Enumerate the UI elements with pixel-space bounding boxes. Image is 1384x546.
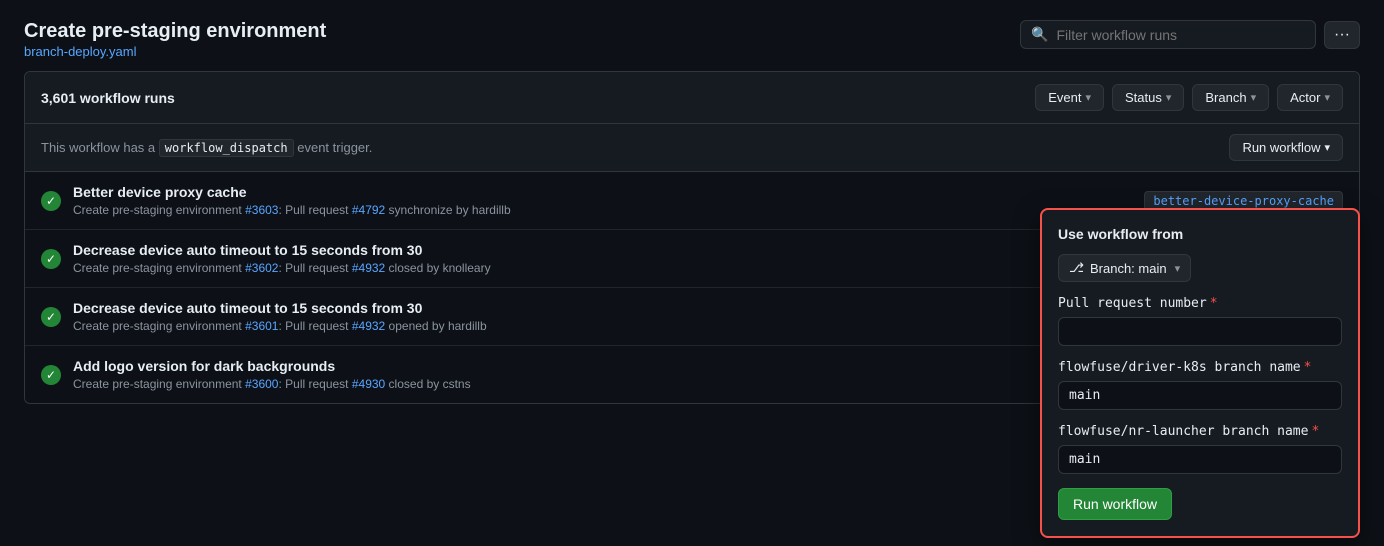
run-title[interactable]: Better device proxy cache bbox=[73, 184, 1132, 200]
run-info: Add logo version for dark backgrounds Cr… bbox=[73, 358, 1140, 391]
branch-filter-button[interactable]: Branch bbox=[1192, 84, 1269, 111]
status-icon-success: ✓ bbox=[41, 365, 61, 385]
status-filter-button[interactable]: Status bbox=[1112, 84, 1184, 111]
run-info: Decrease device auto timeout to 15 secon… bbox=[73, 300, 1132, 333]
run-title[interactable]: Add logo version for dark backgrounds bbox=[73, 358, 1140, 374]
run-number-link[interactable]: #3601 bbox=[245, 319, 278, 333]
branch-select-label: Branch: main bbox=[1090, 261, 1167, 276]
header-actions: 🔍 ··· bbox=[1020, 20, 1360, 49]
branch-select-button[interactable]: ⎇ Branch: main bbox=[1058, 254, 1191, 282]
search-input[interactable] bbox=[1056, 27, 1305, 43]
event-filter-button[interactable]: Event bbox=[1035, 84, 1104, 111]
driver-k8s-input[interactable] bbox=[1058, 381, 1342, 410]
pr-link[interactable]: #4932 bbox=[352, 261, 385, 275]
status-icon-success: ✓ bbox=[41, 191, 61, 211]
dispatch-text: This workflow has a workflow_dispatch ev… bbox=[41, 140, 372, 155]
driver-k8s-label: flowfuse/driver-k8s branch name * bbox=[1058, 360, 1342, 375]
pull-request-input[interactable] bbox=[1058, 317, 1342, 346]
run-meta: Create pre-staging environment #3601: Pu… bbox=[73, 319, 1132, 333]
pr-link[interactable]: #4792 bbox=[352, 203, 385, 217]
required-star-1: * bbox=[1210, 296, 1218, 311]
run-number-link[interactable]: #3603 bbox=[245, 203, 278, 217]
run-info: Better device proxy cache Create pre-sta… bbox=[73, 184, 1132, 217]
run-workflow-dropdown: Use workflow from ⎇ Branch: main Pull re… bbox=[1040, 208, 1360, 538]
run-count: 3,601 workflow runs bbox=[41, 90, 175, 106]
search-icon: 🔍 bbox=[1031, 26, 1048, 43]
nr-launcher-label: flowfuse/nr-launcher branch name * bbox=[1058, 424, 1342, 439]
more-options-button[interactable]: ··· bbox=[1324, 21, 1360, 49]
run-workflow-submit-button[interactable]: Run workflow bbox=[1058, 488, 1172, 520]
pr-link[interactable]: #4930 bbox=[352, 377, 385, 391]
dispatch-banner: This workflow has a workflow_dispatch ev… bbox=[25, 124, 1359, 172]
run-title[interactable]: Decrease device auto timeout to 15 secon… bbox=[73, 242, 1132, 258]
run-number-link[interactable]: #3602 bbox=[245, 261, 278, 275]
dispatch-code: workflow_dispatch bbox=[159, 139, 294, 157]
status-icon-success: ✓ bbox=[41, 249, 61, 269]
status-icon-success: ✓ bbox=[41, 307, 61, 327]
run-meta: Create pre-staging environment #3602: Pu… bbox=[73, 261, 1132, 275]
actor-filter-button[interactable]: Actor bbox=[1277, 84, 1343, 111]
branch-icon: ⎇ bbox=[1069, 260, 1084, 276]
run-meta: Create pre-staging environment #3603: Pu… bbox=[73, 203, 1132, 217]
filter-group: Event Status Branch Actor bbox=[1035, 84, 1343, 111]
search-box: 🔍 bbox=[1020, 20, 1316, 49]
page-title: Create pre-staging environment bbox=[24, 20, 326, 43]
run-workflow-button[interactable]: Run workflow bbox=[1229, 134, 1343, 161]
workflow-file-link[interactable]: branch-deploy.yaml bbox=[24, 44, 136, 59]
page-title-section: Create pre-staging environment branch-de… bbox=[24, 20, 326, 59]
pr-link[interactable]: #4932 bbox=[352, 319, 385, 333]
page-subtitle: branch-deploy.yaml bbox=[24, 43, 326, 59]
dropdown-title: Use workflow from bbox=[1058, 226, 1342, 242]
pull-request-label: Pull request number * bbox=[1058, 296, 1342, 311]
page-header: Create pre-staging environment branch-de… bbox=[0, 0, 1384, 71]
nr-launcher-input[interactable] bbox=[1058, 445, 1342, 474]
run-info: Decrease device auto timeout to 15 secon… bbox=[73, 242, 1132, 275]
required-star-2: * bbox=[1304, 360, 1312, 375]
toolbar: 3,601 workflow runs Event Status Branch … bbox=[25, 72, 1359, 124]
run-title[interactable]: Decrease device auto timeout to 15 secon… bbox=[73, 300, 1132, 316]
run-meta: Create pre-staging environment #3600: Pu… bbox=[73, 377, 1140, 391]
run-number-link[interactable]: #3600 bbox=[245, 377, 278, 391]
required-star-3: * bbox=[1311, 424, 1319, 439]
